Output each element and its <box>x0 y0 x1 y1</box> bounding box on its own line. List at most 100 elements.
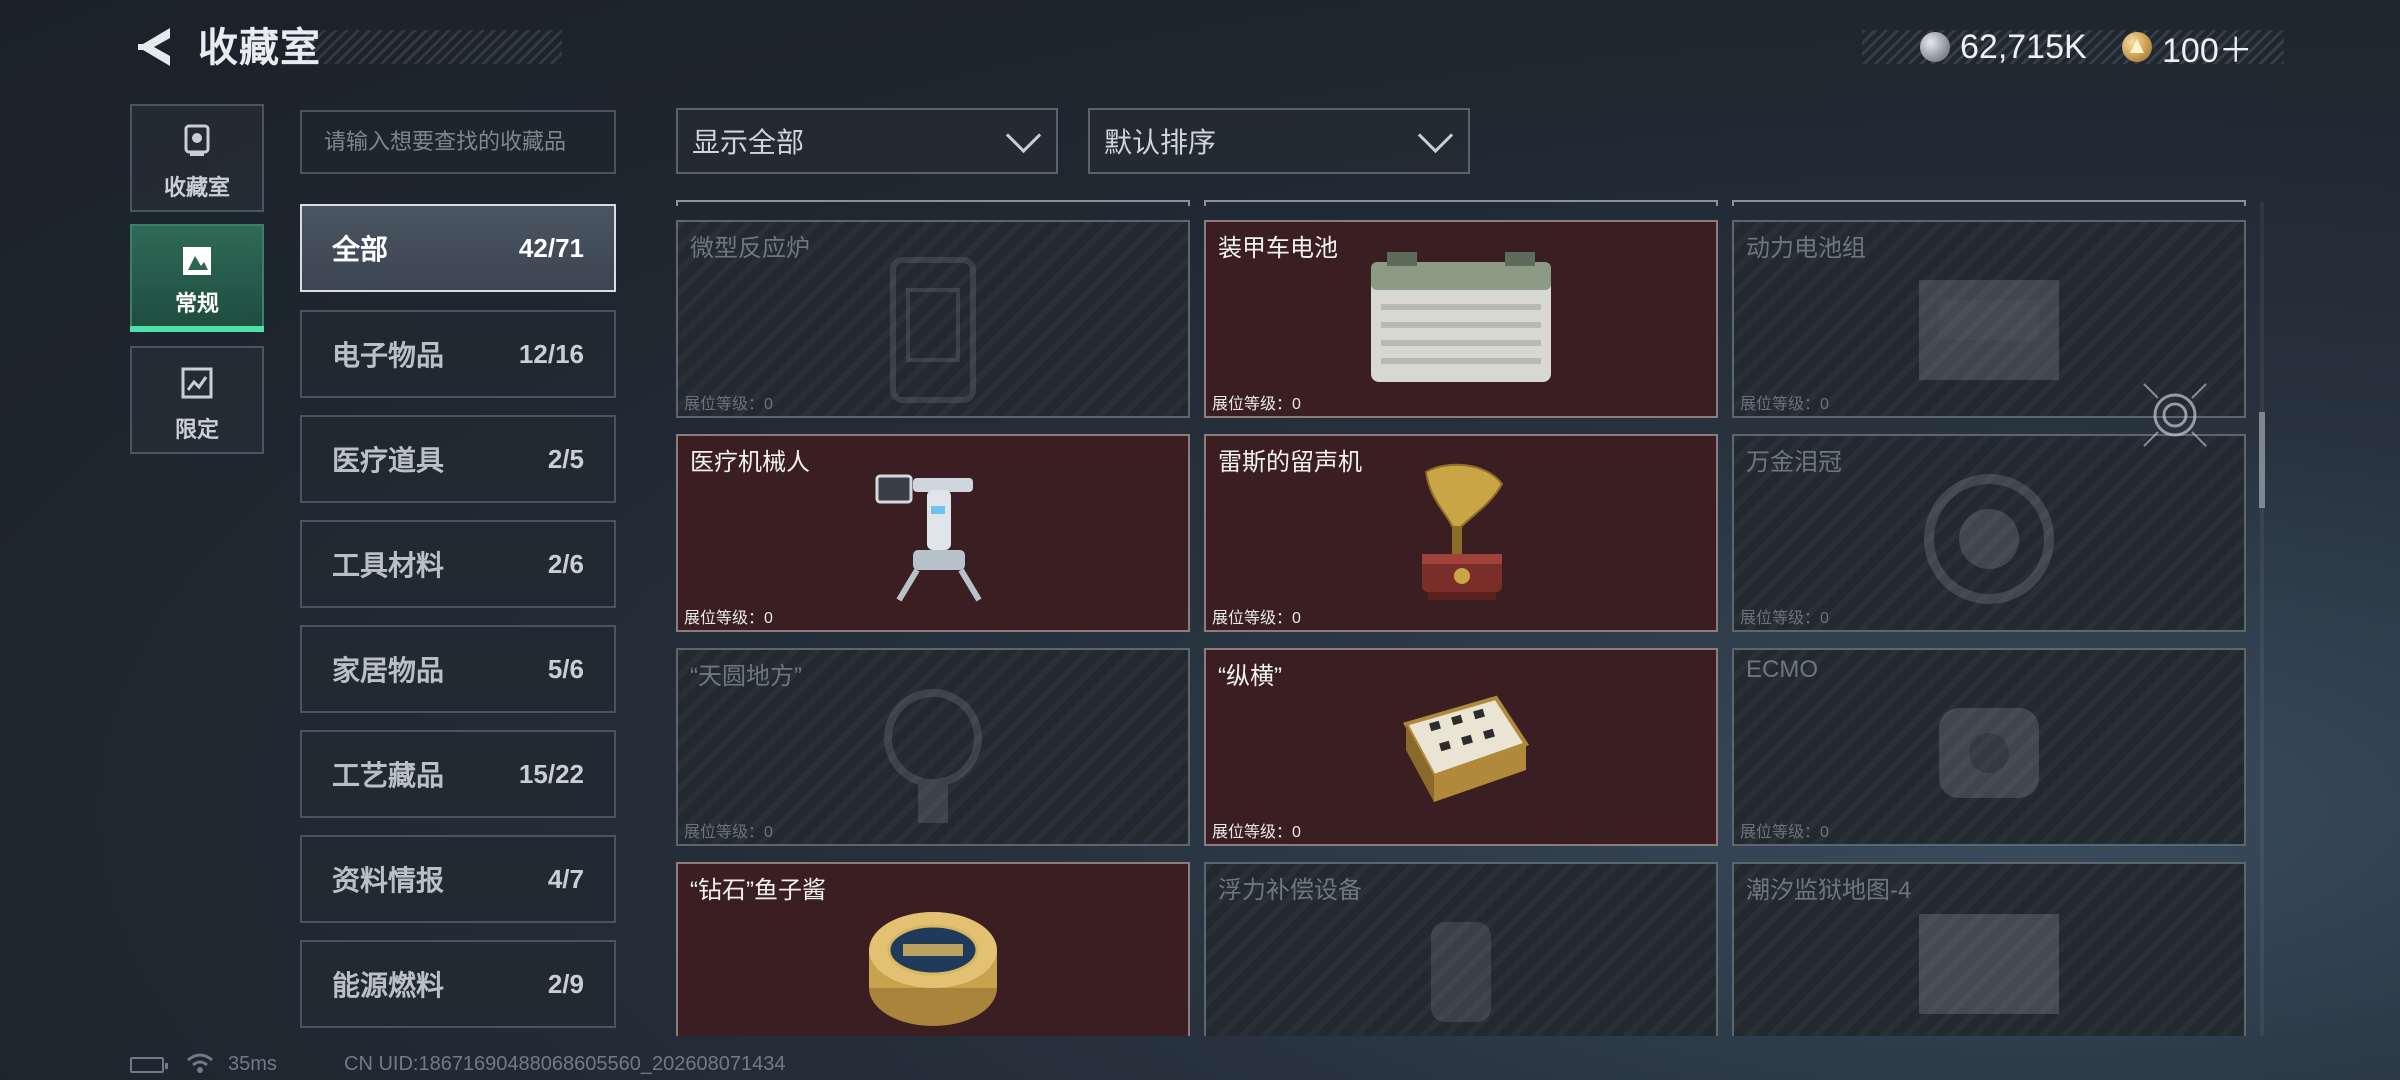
item-title: 微型反应炉 <box>690 235 810 262</box>
category-count: 2/5 <box>547 443 584 474</box>
category-count: 2/9 <box>547 968 584 999</box>
reactor-icon <box>863 250 1003 415</box>
item-title: 浮力补偿设备 <box>1218 877 1362 904</box>
item-level: 展位等级：0 <box>684 824 773 841</box>
category-count: 42/71 <box>518 232 584 263</box>
category-name: 工艺藏品 <box>332 760 445 791</box>
search-input[interactable] <box>300 110 616 174</box>
category-name: 工具材料 <box>332 550 445 581</box>
category-count: 15/22 <box>518 758 584 789</box>
card-edge <box>676 200 1190 206</box>
item-card[interactable]: 浮力补偿设备 <box>1204 862 1718 1036</box>
category-count: 12/16 <box>518 338 584 369</box>
item-title: 雷斯的留声机 <box>1218 449 1362 476</box>
category-medical[interactable]: 医疗道具 2/5 <box>300 415 616 503</box>
ecmo-icon <box>1909 678 2069 833</box>
item-level: 展位等级：0 <box>1212 610 1301 627</box>
category-name: 家居物品 <box>332 655 445 686</box>
silver-currency[interactable]: 62,715K <box>1920 26 2087 68</box>
sort-value: 默认排序 <box>1104 127 1217 158</box>
rail-label: 限定 <box>174 417 219 442</box>
collection-grid[interactable]: 微型反应炉 展位等级：0 装甲车电池 展位等级：0 动力电池组 展位等级：0 医… <box>676 200 2248 1036</box>
category-household[interactable]: 家居物品 5/6 <box>300 625 616 713</box>
medical-robot-icon <box>873 466 993 611</box>
item-card[interactable]: “钻石”鱼子酱 <box>676 862 1190 1036</box>
item-level: 展位等级：0 <box>684 396 773 413</box>
filter-value: 显示全部 <box>692 127 805 158</box>
category-intel[interactable]: 资料情报 4/7 <box>300 835 616 923</box>
card-edge <box>1204 200 1718 206</box>
item-level: 展位等级：0 <box>1212 824 1301 841</box>
item-title: 万金泪冠 <box>1746 449 1842 476</box>
item-title: 潮汐监狱地图-4 <box>1746 877 1912 904</box>
page-title: 收藏室 <box>198 26 321 70</box>
back-button[interactable] <box>128 22 182 72</box>
scrollbar-track[interactable] <box>2260 202 2264 1036</box>
category-crafts[interactable]: 工艺藏品 15/22 <box>300 730 616 818</box>
category-electronics[interactable]: 电子物品 12/16 <box>300 310 616 398</box>
rail-label: 收藏室 <box>163 175 230 200</box>
armillary-icon <box>863 678 1003 833</box>
item-level: 展位等级：0 <box>684 610 773 627</box>
item-card[interactable]: 装甲车电池 展位等级：0 <box>1204 220 1718 418</box>
item-level: 展位等级：0 <box>1740 396 1829 413</box>
category-name: 医疗道具 <box>332 445 445 476</box>
battery-icon <box>130 1057 168 1073</box>
item-title: “纵横” <box>1218 663 1282 690</box>
item-level: 展位等级：0 <box>1740 824 1829 841</box>
category-tools[interactable]: 工具材料 2/6 <box>300 520 616 608</box>
item-card[interactable]: “纵横” 展位等级：0 <box>1204 648 1718 846</box>
item-title: 装甲车电池 <box>1218 235 1338 262</box>
scrollbar-thumb[interactable] <box>2259 412 2265 508</box>
filter-dropdown[interactable]: 显示全部 <box>676 108 1058 174</box>
gold-amount: 100＋ <box>2162 31 2253 70</box>
image-icon <box>181 367 213 399</box>
rail-item-limited[interactable]: 限定 <box>130 346 264 454</box>
silver-amount: 62,715K <box>1960 27 2087 66</box>
item-title: 动力电池组 <box>1746 235 1866 262</box>
image-icon <box>183 247 211 275</box>
title-decoration <box>300 30 562 64</box>
item-card[interactable]: 医疗机械人 展位等级：0 <box>676 434 1190 632</box>
category-energy[interactable]: 能源燃料 2/9 <box>300 940 616 1028</box>
item-title: “钻石”鱼子酱 <box>690 877 826 904</box>
sort-dropdown[interactable]: 默认排序 <box>1088 108 1470 174</box>
card-edge <box>1732 200 2246 206</box>
wifi-icon <box>186 1052 214 1074</box>
chevron-down-icon <box>1417 117 1454 153</box>
item-card[interactable]: 潮汐监狱地图-4 <box>1732 862 2246 1036</box>
caviar-tin-icon <box>863 900 1003 1035</box>
chevron-down-icon <box>1005 117 1042 153</box>
chessboard-icon <box>1386 684 1536 819</box>
item-card[interactable]: 万金泪冠 展位等级：0 <box>1732 434 2246 632</box>
rail-label: 常规 <box>174 291 219 316</box>
uid-text: CN UID:18671690488068605560_202608071434 <box>344 1053 786 1075</box>
rail-active-indicator <box>130 326 264 332</box>
gramophone-icon <box>1406 460 1516 615</box>
item-title: ECMO <box>1746 656 1818 683</box>
trophy-icon <box>184 124 210 156</box>
category-all[interactable]: 全部 42/71 <box>300 204 616 292</box>
crosshair-icon[interactable] <box>2140 380 2210 450</box>
category-name: 资料情报 <box>332 865 445 896</box>
rail-item-regular[interactable]: 常规 <box>130 224 264 328</box>
item-card[interactable]: 雷斯的留声机 展位等级：0 <box>1204 434 1718 632</box>
crown-icon <box>1919 464 2059 619</box>
item-level: 展位等级：0 <box>1212 396 1301 413</box>
item-title: “天圆地方” <box>690 663 802 690</box>
battery-icon <box>1361 248 1561 393</box>
item-title: 医疗机械人 <box>690 449 810 476</box>
gold-currency[interactable]: 100＋ <box>2122 26 2253 70</box>
map-icon <box>1909 904 2069 1029</box>
rail-item-collection[interactable]: 收藏室 <box>130 104 264 212</box>
gold-coin-icon <box>2122 32 2152 62</box>
buoyancy-icon <box>1391 892 1531 1036</box>
category-name: 全部 <box>332 234 389 265</box>
silver-coin-icon <box>1920 32 1950 62</box>
item-card[interactable]: “天圆地方” 展位等级：0 <box>676 648 1190 846</box>
item-card[interactable]: 微型反应炉 展位等级：0 <box>676 220 1190 418</box>
back-arrow-icon <box>138 28 170 66</box>
category-count: 2/6 <box>547 548 584 579</box>
item-card[interactable]: ECMO 展位等级：0 <box>1732 648 2246 846</box>
category-name: 电子物品 <box>332 340 445 371</box>
